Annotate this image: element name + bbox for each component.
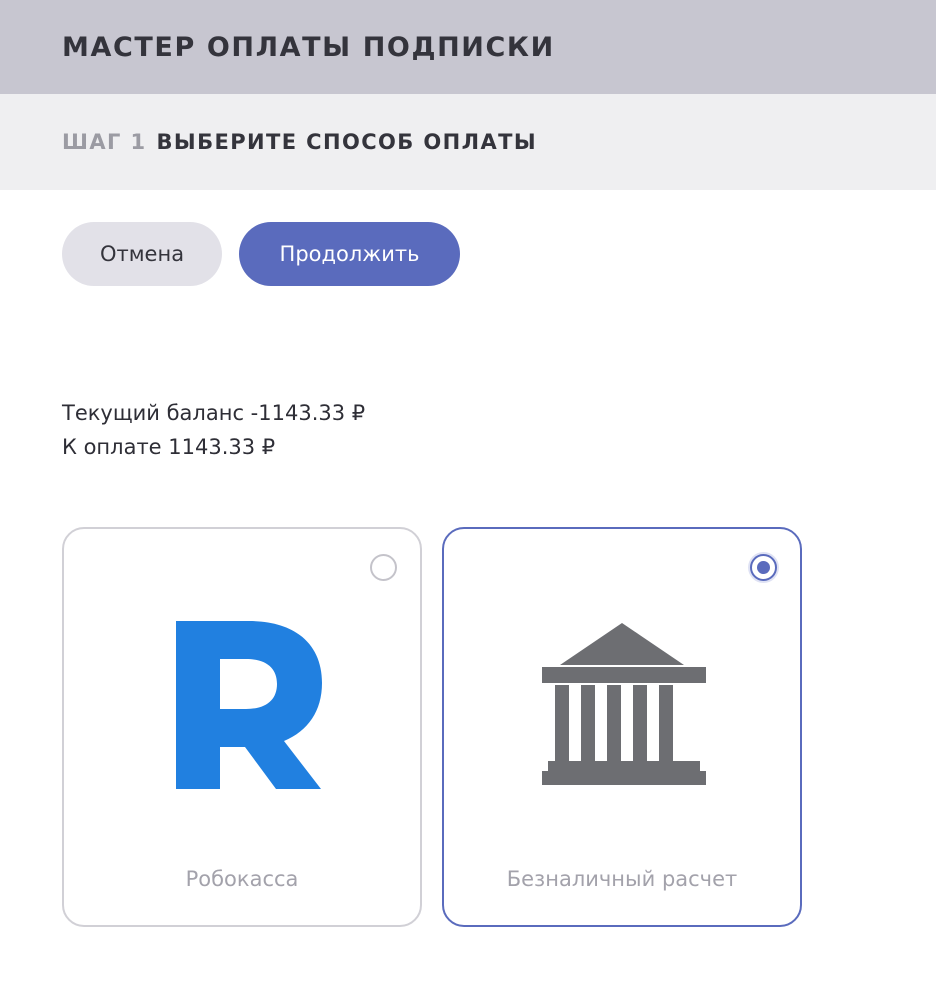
balance-summary: Текущий баланс -1143.33 ₽ К оплате 1143.… [62,396,365,464]
robokassa-logo [64,589,420,809]
step-header: ШАГ 1 ВЫБЕРИТЕ СПОСОБ ОПЛАТЫ [0,94,936,190]
wizard-actions: Отмена Продолжить [62,222,460,286]
bank-transfer-label: Безналичный расчет [506,867,738,891]
current-balance: Текущий баланс -1143.33 ₽ [62,401,366,425]
continue-button[interactable]: Продолжить [239,222,460,286]
cancel-button[interactable]: Отмена [62,222,222,286]
wizard-title: МАСТЕР ОПЛАТЫ ПОДПИСКИ [62,31,555,63]
payment-option-robokassa[interactable]: Робокасса [62,527,422,927]
bank-building-icon [444,589,800,809]
step-title: ВЫБЕРИТЕ СПОСОБ ОПЛАТЫ [156,130,537,154]
bank-transfer-radio[interactable] [750,554,777,581]
amount-due: К оплате 1143.33 ₽ [62,435,276,459]
wizard-header: МАСТЕР ОПЛАТЫ ПОДПИСКИ [0,0,936,94]
payment-wizard: МАСТЕР ОПЛАТЫ ПОДПИСКИ ШАГ 1 ВЫБЕРИТЕ СП… [0,0,936,990]
robokassa-label: Робокасса [185,867,299,891]
robokassa-radio[interactable] [370,554,397,581]
payment-option-bank-transfer[interactable]: Безналичный расчет [442,527,802,927]
step-number: ШАГ 1 [62,130,147,154]
